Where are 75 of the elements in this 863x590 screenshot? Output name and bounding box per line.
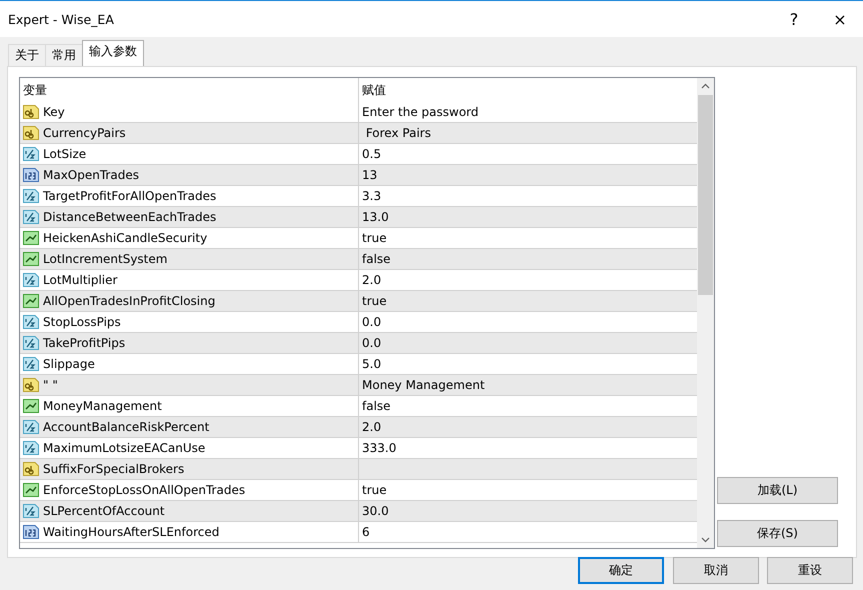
number-type-icon [23,356,39,372]
value-cell[interactable]: 2.0 [359,273,382,287]
value-cell[interactable]: 333.0 [359,441,396,455]
value-cell[interactable]: 0.5 [359,147,382,161]
value-cell[interactable]: 13.0 [359,210,389,224]
variable-name: Key [43,105,65,119]
variable-name: SLPercentOfAccount [43,504,165,518]
value-cell[interactable]: 5.0 [359,357,382,371]
variable-name: " " [43,378,58,392]
dialog-button[interactable]: 重设 [767,557,853,584]
chart-type-icon [23,482,39,498]
variable-name: TargetProfitForAllOpenTrades [43,189,216,203]
string-type-icon [23,125,39,141]
value-cell[interactable]: 0.0 [359,336,382,350]
string-type-icon [23,461,39,477]
variable-name: LotMultiplier [43,273,118,287]
value-cell[interactable]: 3.3 [359,189,382,203]
number-type-icon [23,146,39,162]
close-button[interactable]: × [817,10,863,28]
value-cell[interactable]: false [359,399,391,413]
variable-name: MaximumLotsizeEACanUse [43,441,206,455]
column-header[interactable]: 赋值 [359,82,386,98]
variable-name: SuffixForSpecialBrokers [43,462,184,476]
number-type-icon [23,503,39,519]
value-cell[interactable]: Forex Pairs [359,126,431,140]
variable-name: MaxOpenTrades [43,168,139,182]
value-cell[interactable]: false [359,252,391,266]
number-type-icon [23,188,39,204]
number-type-icon [23,440,39,456]
variable-name: MoneyManagement [43,399,162,413]
variable-name: DistanceBetweenEachTrades [43,210,216,224]
string-type-icon [23,104,39,120]
chart-type-icon [23,251,39,267]
number-type-icon [23,419,39,435]
variable-name: Slippage [43,357,95,371]
variable-name: TakeProfitPips [43,336,126,350]
window-title: Expert - Wise_EA [8,12,115,26]
variable-name: StopLossPips [43,315,121,329]
number-type-icon [23,524,39,540]
value-cell[interactable]: true [359,294,387,308]
variable-name: HeickenAshiCandleSecurity [43,231,208,245]
value-cell[interactable]: true [359,231,387,245]
dialog-button[interactable]: 确定 [578,557,664,584]
number-type-icon [23,272,39,288]
tab[interactable]: 输入参数 [82,40,144,66]
value-cell[interactable]: 30.0 [359,504,389,518]
string-type-icon [23,377,39,393]
variable-name: LotIncrementSystem [43,252,168,266]
chart-type-icon [23,230,39,246]
number-type-icon [23,314,39,330]
variable-name: LotSize [43,147,86,161]
value-cell[interactable]: 13 [359,168,378,182]
tab[interactable]: 关于 [8,44,46,66]
number-type-icon [23,209,39,225]
number-type-icon [23,167,39,183]
chart-type-icon [23,398,39,414]
value-cell[interactable]: Enter the password [359,105,479,119]
chart-type-icon [23,293,39,309]
value-cell[interactable]: Money Management [359,378,485,392]
variable-name: EnforceStopLossOnAllOpenTrades [43,483,246,497]
variable-name: WaitingHoursAfterSLEnforced [43,525,220,539]
scrollbar[interactable] [697,78,714,548]
value-cell[interactable]: 0.0 [359,315,382,329]
value-cell[interactable]: 2.0 [359,420,382,434]
number-type-icon [23,335,39,351]
dialog-button[interactable]: 取消 [673,557,759,584]
value-cell[interactable]: true [359,483,387,497]
variable-name: CurrencyPairs [43,126,126,140]
variable-name: AllOpenTradesInProfitClosing [43,294,216,308]
column-header[interactable]: 变量 [23,82,47,98]
side-button[interactable]: 保存(S) [717,520,838,547]
variable-name: AccountBalanceRiskPercent [43,420,210,434]
help-button[interactable]: ? [771,10,817,28]
side-button[interactable]: 加载(L) [717,477,838,504]
value-cell[interactable]: 6 [359,525,370,539]
